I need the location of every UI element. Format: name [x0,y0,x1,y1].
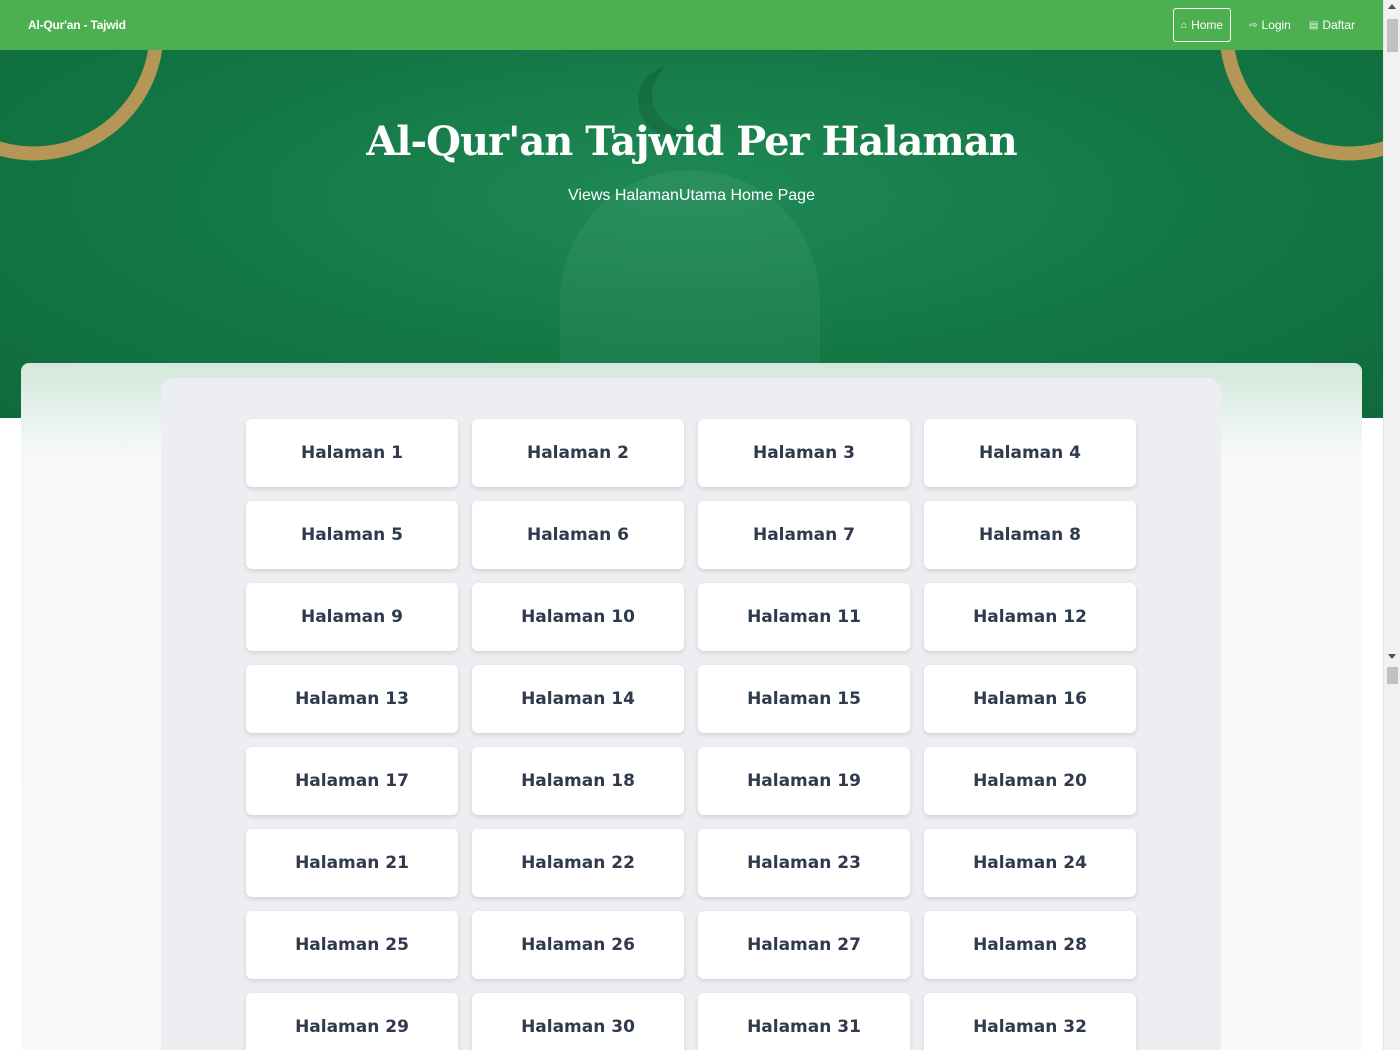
page-button[interactable]: Halaman 30 [472,993,684,1050]
page-grid: Halaman 1 Halaman 2 Halaman 3 Halaman 4 Hala… [246,419,1136,1050]
page-subtitle: Views HalamanUtama Home Page [568,187,815,204]
inner-scroll-thumb[interactable] [1387,667,1398,684]
page-button[interactable]: Halaman 15 [698,665,910,733]
nav-login-label: Login [1261,18,1291,32]
page-button[interactable]: Halaman 25 [246,911,458,979]
scroll-down-arrow-icon[interactable] [1388,654,1396,659]
page-button[interactable]: Halaman 5 [246,501,458,569]
page-button[interactable]: Halaman 28 [924,911,1136,979]
page-button[interactable]: Halaman 19 [698,747,910,815]
page-button[interactable]: Halaman 20 [924,747,1136,815]
page-button[interactable]: Halaman 18 [472,747,684,815]
nav-daftar-label: Daftar [1322,18,1355,32]
page-button[interactable]: Halaman 11 [698,583,910,651]
nav-login-link[interactable]: ⇨ Login [1247,8,1293,42]
page-button[interactable]: Halaman 24 [924,829,1136,897]
page-button[interactable]: Halaman 13 [246,665,458,733]
home-icon: ⌂ [1181,19,1188,31]
page-button[interactable]: Halaman 6 [472,501,684,569]
page-button[interactable]: Halaman 1 [246,419,458,487]
register-icon: ▤ [1308,19,1319,31]
page-button[interactable]: Halaman 31 [698,993,910,1050]
page-button[interactable]: Halaman 27 [698,911,910,979]
page-button[interactable]: Halaman 26 [472,911,684,979]
page-button[interactable]: Halaman 2 [472,419,684,487]
page-button[interactable]: Halaman 9 [246,583,458,651]
page-button[interactable]: Halaman 22 [472,829,684,897]
page-button[interactable]: Halaman 23 [698,829,910,897]
page-button[interactable]: Halaman 16 [924,665,1136,733]
page-button[interactable]: Halaman 29 [246,993,458,1050]
nav-daftar-link[interactable]: ▤ Daftar [1307,8,1357,42]
scrollbar[interactable] [1383,0,1400,1050]
page-button[interactable]: Halaman 14 [472,665,684,733]
navbar: Al-Qur'an - Tajwid ⌂ Home ⇨ Login ▤ Daft… [0,0,1383,50]
brand-link[interactable]: Al-Qur'an - Tajwid [28,18,126,32]
page-button[interactable]: Halaman 4 [924,419,1136,487]
page-button[interactable]: Halaman 10 [472,583,684,651]
page-button[interactable]: Halaman 21 [246,829,458,897]
page-button[interactable]: Halaman 7 [698,501,910,569]
page-title: Al-Qur'an Tajwid Per Halaman [366,118,1017,165]
login-icon: ⇨ [1249,19,1258,31]
nav-home-label: Home [1191,18,1224,32]
scroll-up-arrow-icon[interactable] [1388,4,1396,9]
page-button[interactable]: Halaman 17 [246,747,458,815]
page-button[interactable]: Halaman 8 [924,501,1136,569]
page-button[interactable]: Halaman 3 [698,419,910,487]
page-button[interactable]: Halaman 32 [924,993,1136,1050]
scroll-thumb[interactable] [1387,19,1398,52]
nav-links: ⌂ Home ⇨ Login ▤ Daftar [1173,8,1357,42]
page-button[interactable]: Halaman 12 [924,583,1136,651]
nav-home-link[interactable]: ⌂ Home [1173,8,1232,42]
